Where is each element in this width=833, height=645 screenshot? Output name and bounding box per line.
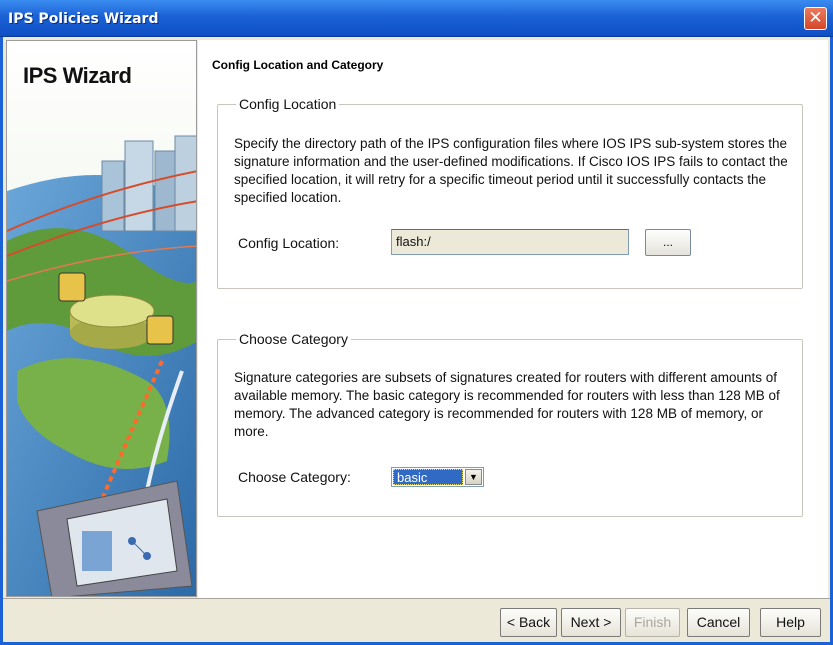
config-location-description: Specify the directory path of the IPS co…	[234, 136, 788, 205]
category-select[interactable]: basic ▼	[391, 467, 484, 487]
category-description: Signature categories are subsets of sign…	[234, 370, 780, 439]
cancel-button[interactable]: Cancel	[687, 608, 750, 637]
wizard-content: Config Location and Category Config Loca…	[198, 40, 828, 598]
window-title: IPS Policies Wizard	[8, 11, 159, 27]
close-button[interactable]: ✕	[804, 7, 827, 30]
close-icon: ✕	[808, 8, 823, 28]
next-button[interactable]: Next >	[561, 608, 621, 637]
browse-button[interactable]: ...	[645, 229, 691, 256]
help-button[interactable]: Help	[760, 608, 821, 637]
config-location-input[interactable]: flash:/	[391, 229, 629, 255]
config-location-label: Config Location:	[238, 235, 340, 251]
category-legend: Choose Category	[239, 331, 348, 347]
title-bar[interactable]: IPS Policies Wizard ✕	[0, 0, 833, 37]
category-label: Choose Category:	[238, 469, 351, 485]
config-location-legend: Config Location	[239, 96, 337, 112]
back-button[interactable]: < Back	[500, 608, 557, 637]
wizard-sidebar: IPS Wizard	[6, 40, 197, 597]
button-bar: < Back Next > Finish Cancel Help	[3, 598, 830, 642]
network-illustration	[7, 41, 196, 596]
finish-button[interactable]: Finish	[625, 608, 680, 637]
category-selected-value: basic	[393, 469, 463, 485]
sidebar-title: IPS Wizard	[23, 63, 132, 88]
page-heading: Config Location and Category	[212, 58, 384, 72]
chevron-down-icon[interactable]: ▼	[465, 469, 482, 485]
